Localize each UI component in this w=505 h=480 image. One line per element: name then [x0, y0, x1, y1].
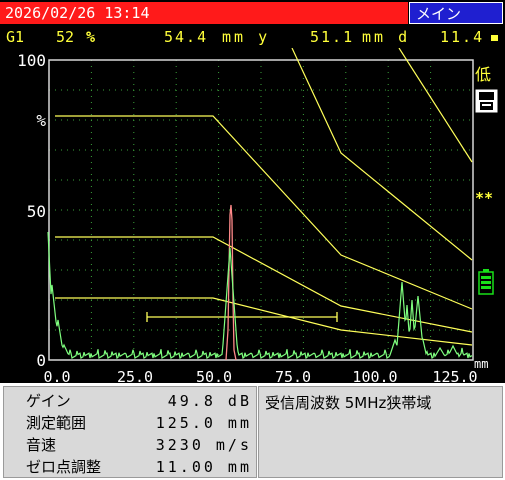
param-value: 125.0 mm [155, 414, 252, 432]
y-axis-max: 100 [17, 51, 46, 70]
param-label: ゲイン [26, 392, 71, 410]
x-tick-label: 25.0 [117, 368, 153, 383]
y-axis-mid: 50 [27, 202, 46, 221]
depth-d-value: 51.1 [310, 28, 355, 46]
reject-low-label: 低 [475, 65, 491, 84]
param-value: 11.00 mm [155, 458, 252, 476]
receiver-frequency-text: 受信周波数 5MHz狭帯域 [265, 394, 432, 412]
mode-indicator: ** [475, 189, 493, 207]
unit-marker [491, 35, 498, 41]
x-tick-label: 50.0 [196, 368, 232, 383]
x-tick-label: 0.0 [43, 368, 70, 383]
param-row-velocity[interactable]: 音速 3230 m/s [4, 434, 256, 456]
param-label: 音速 [26, 436, 57, 454]
param-row-range[interactable]: 測定範囲 125.0 mm [4, 412, 256, 434]
title-bar: 2026/02/26 13:14 メイン [0, 0, 505, 26]
y-axis-unit: % [36, 111, 46, 130]
extra-value: 11.4 [440, 28, 485, 46]
status-bar: G1 52 % 54.4 mm y 51.1 mm d 11.4 [0, 26, 505, 48]
menu-button[interactable]: メイン [409, 2, 503, 24]
x-tick-label: 100.0 [352, 368, 397, 383]
gate-label: G1 [6, 28, 25, 46]
param-value: 49.8 dB [167, 392, 252, 410]
depth-d-unit: mm d [362, 28, 411, 46]
x-tick-label: 75.0 [275, 368, 311, 383]
parameter-panel: ゲイン 49.8 dB 測定範囲 125.0 mm 音速 3230 m/s ゼロ… [0, 383, 505, 480]
param-label: 測定範囲 [26, 414, 87, 432]
depth-y-value: 54.4 [164, 28, 209, 46]
datetime-display: 2026/02/26 13:14 [0, 2, 408, 24]
param-value: 3230 m/s [155, 436, 252, 454]
amplitude-unit: % [86, 28, 96, 46]
probe-info-box: 受信周波数 5MHz狭帯域 [258, 386, 503, 478]
x-tick-label: 125.0 [432, 368, 477, 383]
param-label: ゼロ点調整 [26, 458, 102, 476]
amplitude-value: 52 [56, 28, 75, 46]
ascan-display: 100 % 50 0 0.0 25.0 50.0 75.0 100.0 125.0 mm … [0, 48, 505, 383]
depth-y-unit: mm y [222, 28, 271, 46]
x-axis-unit: mm [474, 357, 488, 371]
param-row-gain[interactable]: ゲイン 49.8 dB [4, 390, 256, 412]
settings-list: ゲイン 49.8 dB 測定範囲 125.0 mm 音速 3230 m/s ゼロ… [3, 386, 257, 478]
param-row-zero-offset[interactable]: ゼロ点調整 11.00 mm [4, 456, 256, 478]
save-icon[interactable] [475, 89, 498, 113]
